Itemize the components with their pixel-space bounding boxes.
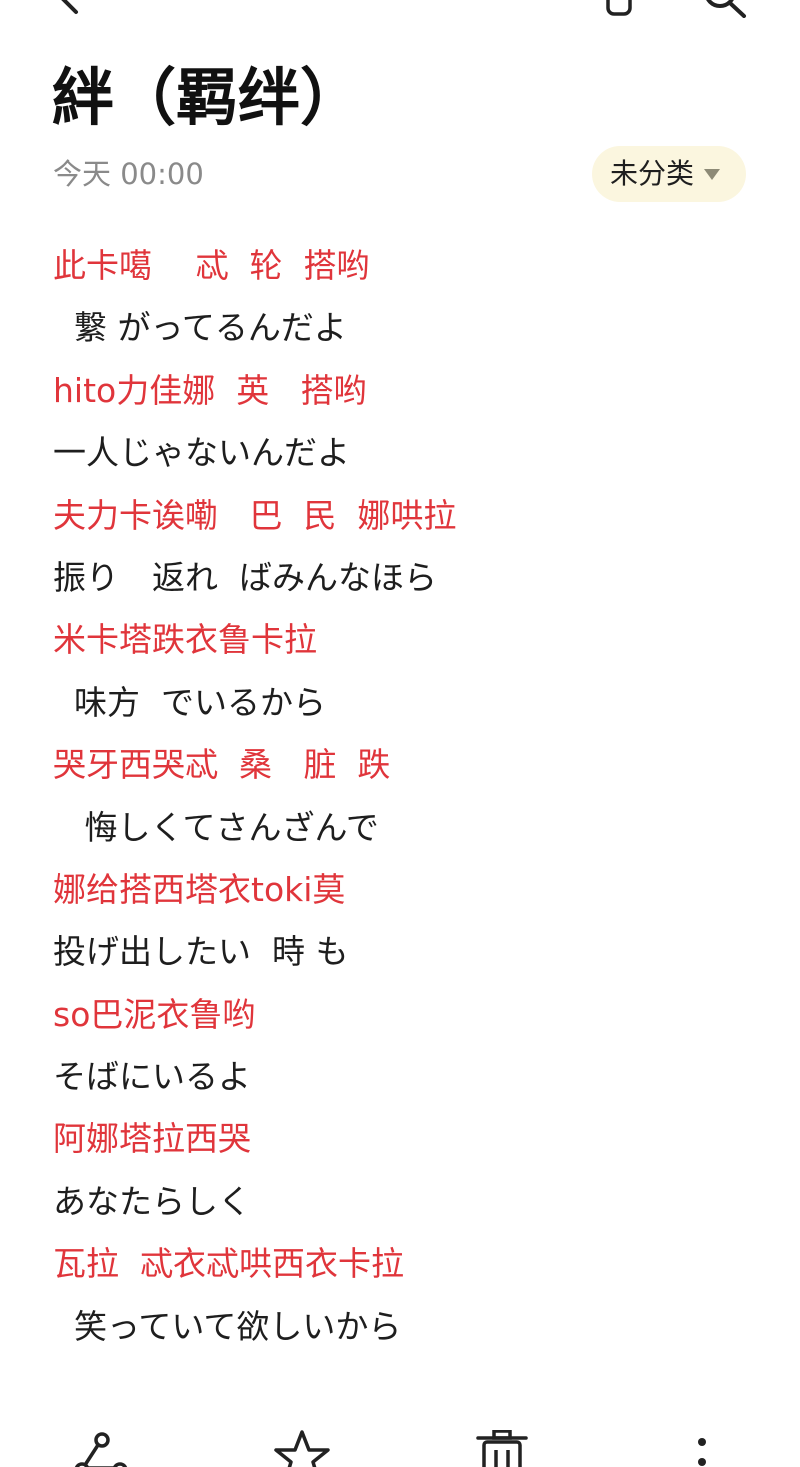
lyric-japanese-line: 投げ出したい 時 も	[53, 932, 349, 972]
chevron-left-icon[interactable]	[48, 0, 88, 18]
lyric-romanization-line: so巴泥衣鲁哟	[53, 994, 256, 1034]
note-date: 今天 00:00	[53, 157, 204, 191]
lyric-japanese-line: 笑っていて欲しいから	[53, 1306, 402, 1346]
bottom-action-bar	[0, 1420, 800, 1467]
lyric-romanization-line: 此卡噶 忒 轮 搭哟	[53, 246, 370, 285]
lyric-romanization-line: 娜给搭西塔衣toki莫	[53, 869, 346, 909]
caret-down-icon	[704, 168, 721, 180]
lyric-romanization-line: hito力佳娜 英 搭哟	[53, 370, 367, 410]
note-body[interactable]: 此卡噶 忒 轮 搭哟 繋 がってるんだよ hito力佳娜 英 搭哟 一人じゃないんだ…	[53, 235, 773, 1358]
lyric-japanese-line: 悔しくてさんざんで	[53, 807, 379, 847]
lyric-romanization-line: 夫力卡诶嘞 巴 民 娜哄拉	[53, 495, 457, 535]
lyric-japanese-line: そばにいるよ	[53, 1057, 251, 1097]
trash-icon[interactable]	[472, 1430, 532, 1467]
note-title[interactable]: 絆（羁绊）	[52, 58, 362, 138]
lyric-japanese-line: 繋 がってるんだよ	[53, 308, 347, 348]
top-toolbar	[0, 0, 800, 20]
attachment-icon[interactable]	[600, 0, 640, 18]
lyric-japanese-line: 一人じゃないんだよ	[53, 433, 350, 473]
lyric-romanization-line: 阿娜塔拉西哭	[53, 1119, 251, 1159]
share-icon[interactable]	[72, 1430, 132, 1467]
lyric-romanization-line: 米卡塔跌衣鲁卡拉	[53, 620, 317, 660]
lyric-romanization-line: 哭牙西哭忒 桑 脏 跌	[53, 745, 391, 785]
category-label: 未分类	[610, 157, 695, 190]
lyric-japanese-line: 味方 でいるから	[53, 682, 326, 722]
search-icon[interactable]	[700, 0, 750, 18]
more-vertical-icon[interactable]	[672, 1430, 732, 1467]
lyric-romanization-line: 瓦拉 忒衣忒哄西衣卡拉	[53, 1244, 404, 1284]
star-icon[interactable]	[272, 1430, 332, 1467]
lyric-japanese-line: あなたらしく	[53, 1181, 251, 1221]
category-dropdown[interactable]: 未分类	[592, 146, 746, 202]
lyric-japanese-line: 振り 返れ ばみんなほら	[53, 557, 437, 597]
